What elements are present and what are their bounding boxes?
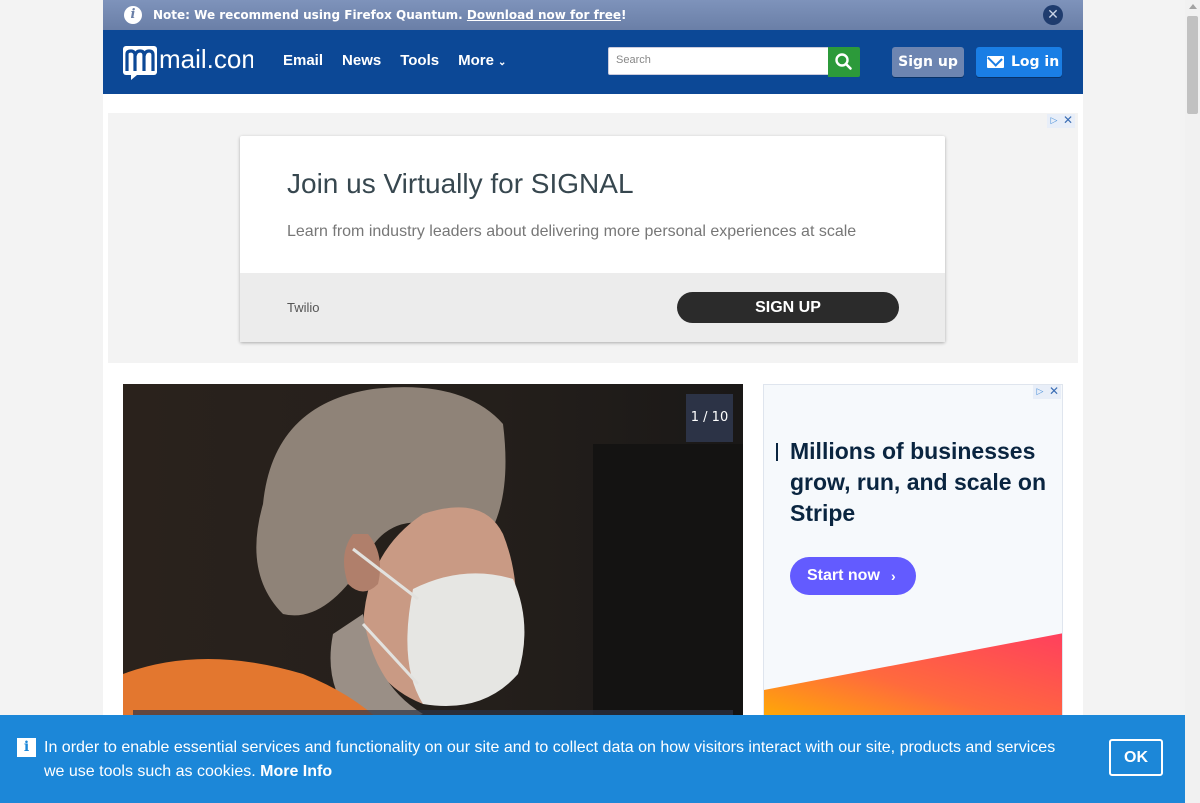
ad-banner-top: ▷ ✕ Join us Virtually for SIGNAL Learn f… <box>108 113 1078 363</box>
stripe-gradient-graphic <box>764 633 1062 723</box>
close-ad-icon[interactable]: ✕ <box>1061 114 1075 128</box>
search-button[interactable] <box>828 47 860 77</box>
nav-more-label: More <box>458 52 494 69</box>
log-in-label: Log in <box>1011 54 1060 70</box>
cookie-message: In order to enable essential services an… <box>44 739 1056 780</box>
notice-text: Note: We recommend using Firefox Quantum… <box>153 8 627 22</box>
chevron-right-icon: › <box>891 568 896 584</box>
ad-choices-badge[interactable]: ▷ ✕ <box>1047 114 1075 128</box>
notice-message: Note: We recommend using Firefox Quantum… <box>153 8 463 22</box>
nav-email[interactable]: Email <box>283 52 323 69</box>
browser-notice-bar: i Note: We recommend using Firefox Quant… <box>103 0 1083 30</box>
ad-choices-badge-side[interactable]: ▷ ✕ <box>1033 385 1061 399</box>
cookie-text: In order to enable essential services an… <box>44 736 1074 784</box>
gallery-counter: 1 / 10 <box>686 394 733 442</box>
download-firefox-link[interactable]: Download now for free <box>467 8 621 22</box>
scroll-up-icon[interactable] <box>1189 4 1197 9</box>
search-icon <box>835 53 852 70</box>
ad-footer: Twilio SIGN UP <box>240 273 945 342</box>
info-icon: i <box>17 738 36 757</box>
stripe-headline: Millions of businesses grow, run, and sc… <box>790 438 1047 526</box>
scrollbar-thumb[interactable] <box>1187 16 1198 114</box>
adchoices-icon: ▷ <box>1050 116 1058 126</box>
main-nav: Email News Tools More ⌄ <box>283 52 525 69</box>
page-scrollbar[interactable] <box>1185 0 1200 803</box>
sign-up-button[interactable]: Sign up <box>892 47 964 77</box>
more-info-link[interactable]: More Info <box>260 763 332 780</box>
start-now-button[interactable]: Start now › <box>790 557 916 595</box>
ad-brand: Twilio <box>287 300 320 315</box>
site-header: mail.com Email News Tools More ⌄ Search S… <box>103 30 1083 94</box>
mail-com-logo[interactable]: mail.com <box>123 44 263 80</box>
accent-bar <box>776 443 778 461</box>
notice-suffix: ! <box>621 8 627 22</box>
ad-sign-up-button[interactable]: SIGN UP <box>677 292 899 323</box>
close-icon[interactable]: ✕ <box>1043 5 1063 25</box>
ad-subtext: Learn from industry leaders about delive… <box>287 223 857 240</box>
cookie-ok-button[interactable]: OK <box>1109 739 1163 776</box>
gallery-photo <box>123 384 743 724</box>
search-input[interactable]: Search <box>608 47 830 75</box>
ad-card[interactable]: Join us Virtually for SIGNAL Learn from … <box>240 136 945 342</box>
stripe-ad[interactable]: ▷ ✕ Millions of businesses grow, run, an… <box>763 384 1063 724</box>
ad-headline: Join us Virtually for SIGNAL <box>287 168 634 199</box>
chevron-down-icon: ⌄ <box>497 57 507 68</box>
logo-text: mail.com <box>159 44 253 74</box>
info-icon: i <box>124 6 142 24</box>
page-container: i Note: We recommend using Firefox Quant… <box>103 0 1083 803</box>
cookie-banner: i In order to enable essential services … <box>0 715 1185 803</box>
nav-more[interactable]: More ⌄ <box>458 52 506 69</box>
envelope-icon <box>987 56 1004 68</box>
adchoices-icon: ▷ <box>1036 387 1044 397</box>
log-in-button[interactable]: Log in <box>976 47 1062 77</box>
close-ad-icon[interactable]: ✕ <box>1047 385 1061 399</box>
news-gallery-image[interactable]: 1 / 10 <box>123 384 743 724</box>
nav-news[interactable]: News <box>342 52 381 69</box>
start-now-label: Start now <box>807 567 880 584</box>
nav-tools[interactable]: Tools <box>400 52 439 69</box>
